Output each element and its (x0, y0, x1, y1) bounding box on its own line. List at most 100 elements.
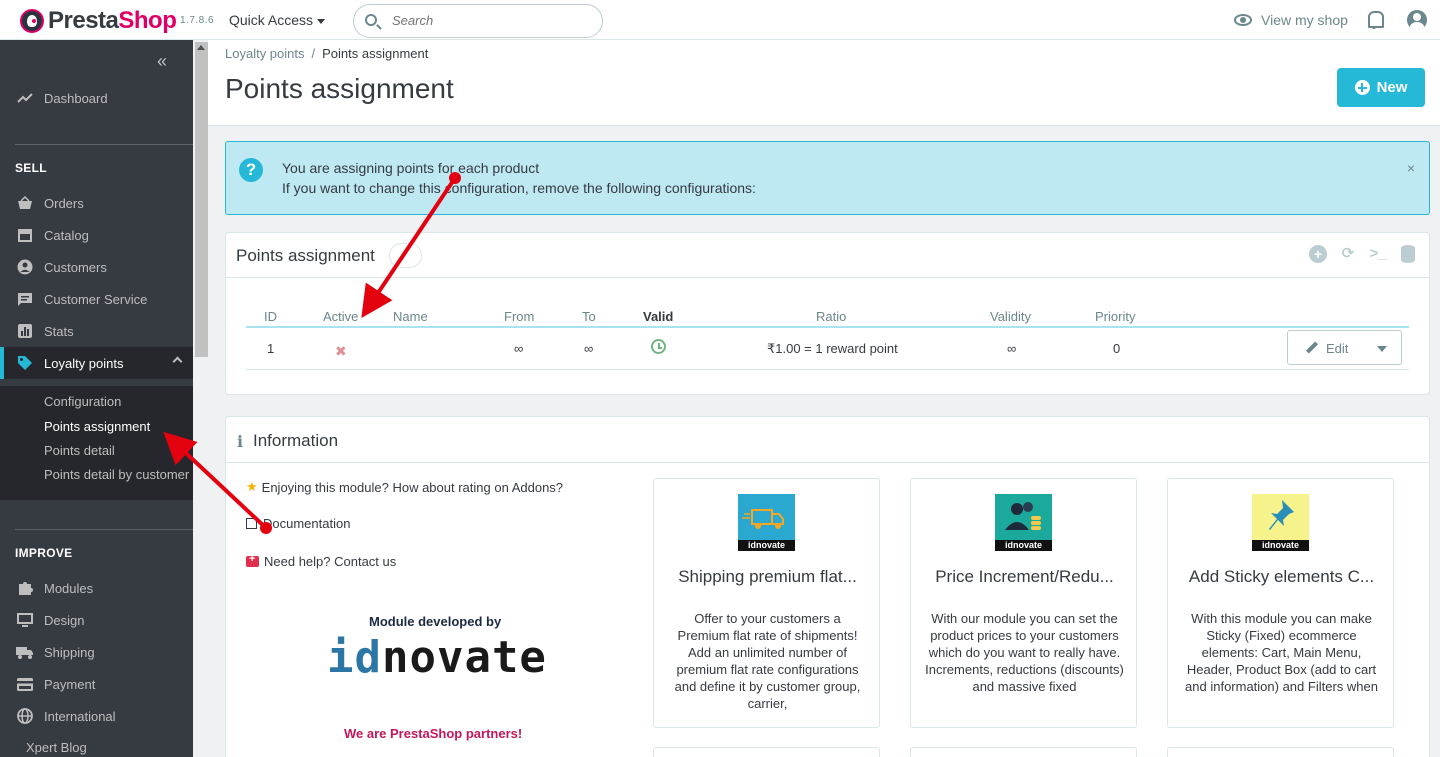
sidebar-item-international[interactable]: International (0, 700, 193, 732)
card-title[interactable]: Price Increment/Redu... (921, 567, 1128, 587)
page-title: Points assignment (225, 73, 454, 104)
scroll-up-arrow-icon[interactable] (197, 45, 205, 50)
breadcrumb-link-loyalty-points[interactable]: Loyalty points (225, 46, 305, 61)
first-aid-icon (246, 553, 259, 567)
pencil-icon (1306, 341, 1317, 354)
add-new-icon[interactable]: + (1309, 245, 1327, 263)
sidebar-item-customers[interactable]: Customers (0, 251, 193, 283)
info-icon: i (237, 432, 244, 451)
sidebar-item-label: Catalog (44, 227, 89, 243)
view-my-shop-link[interactable]: View my shop (1234, 12, 1348, 28)
notifications-bell-icon[interactable] (1366, 11, 1384, 29)
sidebar-item-shipping[interactable]: Shipping (0, 636, 193, 668)
sidebar-item-label: Customer Service (44, 291, 148, 307)
alert-line-1: You are assigning points for each produc… (282, 160, 540, 176)
store-icon (16, 227, 34, 243)
submenu-item-points-detail[interactable]: Points detail (44, 443, 115, 458)
column-header-valid[interactable]: Valid (643, 309, 673, 324)
sidebar-item-orders[interactable]: Orders (0, 187, 193, 219)
sidebar-scrollbar[interactable] (195, 42, 208, 357)
column-header-to[interactable]: To (582, 309, 596, 324)
developed-by-text: Module developed by (369, 614, 502, 629)
panel-heading: Points assignment + ⟳ >_ (226, 233, 1429, 278)
sidebar-item-design[interactable]: Design (0, 604, 193, 636)
table-row-divider (246, 369, 1409, 370)
search-box[interactable] (353, 4, 603, 38)
quick-access-dropdown[interactable]: Quick Access (229, 12, 326, 28)
information-panel: i Information ★ Enjoying this module? Ho… (225, 416, 1430, 757)
module-card-partial[interactable] (910, 747, 1137, 757)
trending-up-icon (16, 90, 34, 106)
user-account-icon[interactable] (1407, 10, 1427, 30)
documentation-link[interactable]: Documentation (246, 516, 350, 531)
sidebar-item-label: Loyalty points (44, 355, 124, 371)
sidebar-item-label: Xpert Blog (26, 739, 87, 755)
prestashop-logo[interactable]: PrestaShop (20, 7, 177, 35)
brand-rest: novate (381, 632, 547, 683)
sql-query-icon[interactable]: >_ (1369, 245, 1387, 263)
column-header-active[interactable]: Active (323, 309, 358, 324)
alert-close-button[interactable]: × (1407, 160, 1415, 176)
submenu-item-points-detail-by-customer[interactable]: Points detail by customer (44, 467, 189, 482)
information-title: Information (253, 431, 339, 450)
eye-icon (1234, 14, 1252, 26)
sidebar-item-label: Design (44, 612, 85, 628)
sidebar-item-modules[interactable]: Modules (0, 572, 193, 604)
sidebar: « Dashboard SELL Orders Catalog Customer… (0, 40, 193, 757)
search-input[interactable] (392, 13, 592, 28)
add-circle-icon (1354, 80, 1370, 95)
column-header-validity[interactable]: Validity (990, 309, 1031, 324)
column-header-priority[interactable]: Priority (1095, 309, 1135, 324)
cell-to: ∞ (584, 341, 594, 356)
submenu-item-points-assignment[interactable]: Points assignment (44, 419, 150, 434)
account-circle-icon (16, 259, 34, 275)
brand-id: id (327, 632, 382, 683)
sidebar-item-catalog[interactable]: Catalog (0, 219, 193, 251)
breadcrumb-separator: / (311, 46, 316, 61)
contact-us-link[interactable]: Need help? Contact us (246, 553, 396, 569)
sidebar-divider (15, 529, 193, 530)
submenu-item-configuration[interactable]: Configuration (44, 394, 121, 409)
card-description: With our module you can set the product … (925, 611, 1124, 694)
logo-text-shop: Shop (118, 7, 177, 34)
sidebar-item-xpert-blog[interactable]: Xpert Blog (0, 732, 193, 757)
sidebar-item-stats[interactable]: Stats (0, 315, 193, 347)
sidebar-item-customer-service[interactable]: Customer Service (0, 283, 193, 315)
module-card-shipping[interactable]: idnovate Shipping premium flat... Offer … (653, 478, 880, 728)
collapse-sidebar-icon[interactable]: « (157, 52, 167, 70)
breadcrumb-current: Points assignment (322, 46, 429, 61)
sidebar-item-loyalty-points[interactable]: Loyalty points (0, 347, 193, 379)
card-title[interactable]: Shipping premium flat... (664, 567, 871, 587)
sidebar-item-dashboard[interactable]: Dashboard (0, 82, 193, 114)
column-header-name[interactable]: Name (393, 309, 428, 324)
refresh-icon[interactable]: ⟳ (1339, 245, 1357, 263)
rating-link[interactable]: ★ Enjoying this module? How about rating… (246, 479, 563, 495)
column-header-id[interactable]: ID (264, 309, 277, 324)
inactive-x-icon[interactable]: ✖ (335, 343, 347, 360)
dropdown-caret-icon[interactable] (1377, 346, 1387, 352)
edit-button-group[interactable]: Edit (1287, 330, 1402, 365)
desktop-icon (16, 612, 34, 628)
database-export-icon[interactable] (1399, 245, 1417, 263)
sidebar-item-label: Orders (44, 195, 84, 211)
module-card-partial[interactable] (1167, 747, 1394, 757)
sidebar-item-payment[interactable]: Payment (0, 668, 193, 700)
new-button[interactable]: New (1337, 68, 1425, 107)
bar-chart-icon (16, 323, 34, 339)
globe-icon (16, 708, 34, 724)
module-card-partial[interactable] (653, 747, 880, 757)
card-title[interactable]: Add Sticky elements C... (1178, 567, 1385, 587)
module-card-price-increment[interactable]: idnovate Price Increment/Redu... With ou… (910, 478, 1137, 728)
card-brand-tag: idnovate (1252, 540, 1309, 551)
column-header-from[interactable]: From (504, 309, 534, 324)
documentation-link-label: Documentation (263, 516, 351, 531)
idnovate-logo[interactable]: idnovate (327, 633, 547, 683)
breadcrumb: Loyalty points / Points assignment (225, 46, 428, 61)
puffin-logo-icon (20, 9, 44, 33)
valid-clock-icon (651, 339, 666, 354)
column-header-ratio[interactable]: Ratio (816, 309, 846, 324)
view-shop-label: View my shop (1261, 12, 1348, 28)
edit-button-label[interactable]: Edit (1326, 341, 1348, 356)
info-alert: ? You are assigning points for each prod… (225, 141, 1430, 215)
module-card-sticky-elements[interactable]: idnovate Add Sticky elements C... With t… (1167, 478, 1394, 728)
